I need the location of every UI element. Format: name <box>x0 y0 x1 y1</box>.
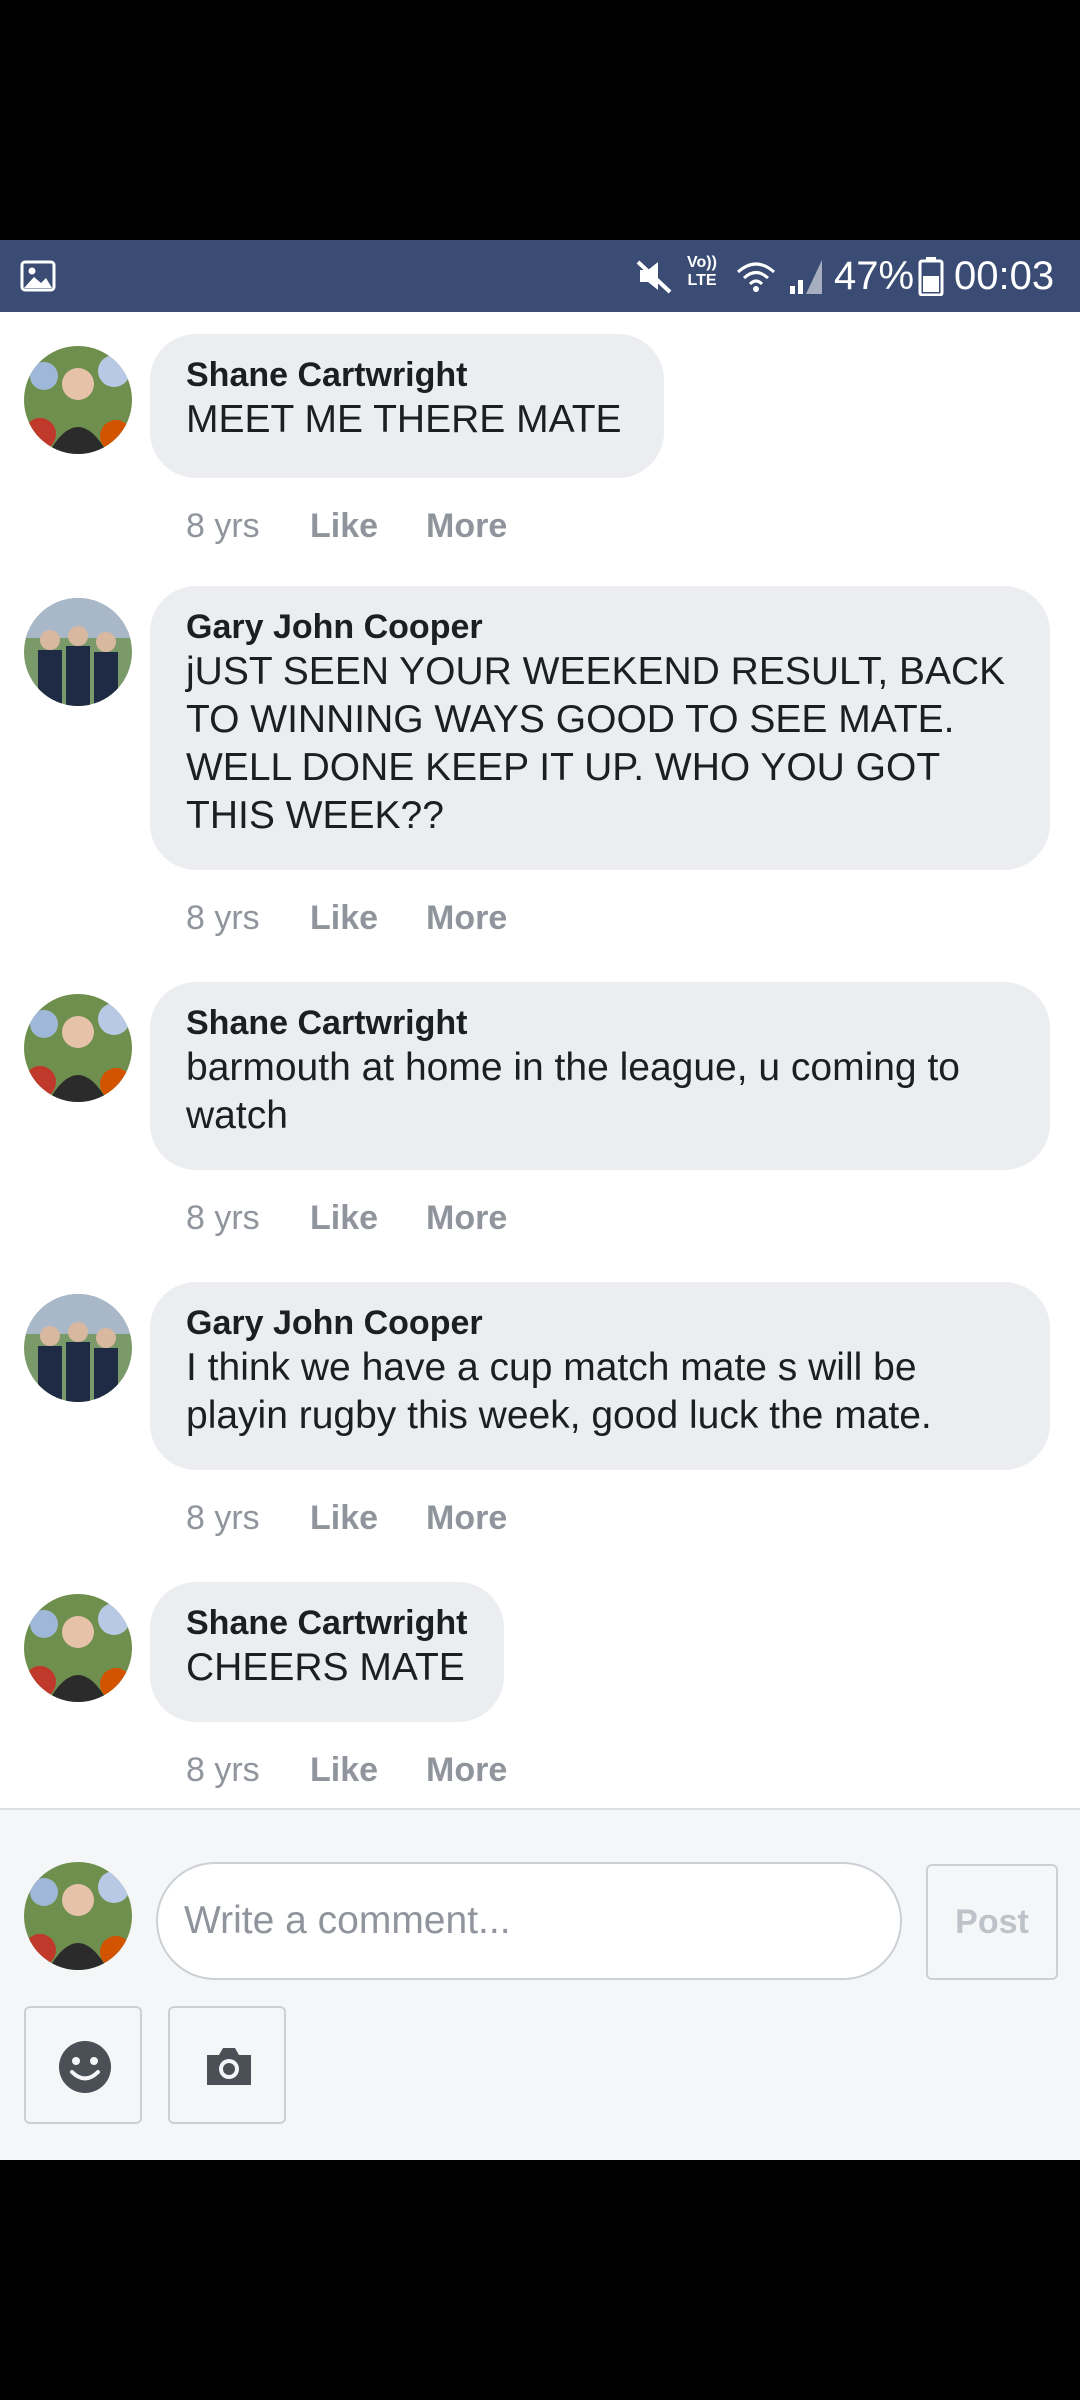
comment-actions: 8 yrs Like More <box>186 1498 507 1538</box>
comment-time[interactable]: 8 yrs <box>186 1498 310 1538</box>
comment-bubble[interactable]: Shane Cartwright CHEERS MATE <box>150 1582 504 1722</box>
comment-bubble[interactable]: Gary John Cooper I think we have a cup m… <box>150 1282 1050 1470</box>
like-button[interactable]: Like <box>310 1750 426 1790</box>
comment-author[interactable]: Gary John Cooper <box>186 606 1014 648</box>
emoji-icon <box>59 2041 111 2093</box>
like-button[interactable]: Like <box>310 1498 426 1538</box>
comment-actions: 8 yrs Like More <box>186 506 507 546</box>
camera-button[interactable] <box>168 2006 286 2124</box>
comment-time[interactable]: 8 yrs <box>186 1198 310 1238</box>
profile-photo <box>24 346 132 454</box>
comment-input[interactable] <box>156 1862 902 1980</box>
comment-text: CHEERS MATE <box>186 1646 465 1689</box>
comment-author[interactable]: Gary John Cooper <box>186 1302 1014 1344</box>
mute-icon <box>636 260 672 294</box>
comment-bubble[interactable]: Shane Cartwright MEET ME THERE MATE <box>150 334 664 478</box>
comment-text: barmouth at home in the league, u coming… <box>186 1046 960 1137</box>
avatar[interactable] <box>24 1594 132 1702</box>
comments-list: Shane Cartwright MEET ME THERE MATE 8 yr… <box>0 312 1080 1808</box>
avatar[interactable] <box>24 1294 132 1402</box>
comment-composer: Post <box>0 1808 1080 2160</box>
comment-time[interactable]: 8 yrs <box>186 1750 310 1790</box>
like-button[interactable]: Like <box>310 506 426 546</box>
profile-photo <box>24 598 132 706</box>
network-indicator: Vo)) LTE <box>687 254 717 289</box>
comment-author[interactable]: Shane Cartwright <box>186 1002 1014 1044</box>
comment-time[interactable]: 8 yrs <box>186 898 310 938</box>
comment-text: jUST SEEN YOUR WEEKEND RESULT, BACK TO W… <box>186 650 1006 837</box>
profile-photo <box>24 1594 132 1702</box>
more-button[interactable]: More <box>426 898 507 938</box>
like-button[interactable]: Like <box>310 1198 426 1238</box>
comment-bubble[interactable]: Shane Cartwright barmouth at home in the… <box>150 982 1050 1170</box>
more-button[interactable]: More <box>426 506 507 546</box>
comment-text: I think we have a cup match mate s will … <box>186 1346 932 1437</box>
profile-photo <box>24 1862 132 1970</box>
more-button[interactable]: More <box>426 1498 507 1538</box>
comment-actions: 8 yrs Like More <box>186 1750 507 1790</box>
comment-actions: 8 yrs Like More <box>186 1198 507 1238</box>
camera-icon <box>207 2048 251 2085</box>
clock: 00:03 <box>954 254 1055 298</box>
battery-percent: 47% <box>834 254 915 298</box>
avatar[interactable] <box>24 598 132 706</box>
comment-author[interactable]: Shane Cartwright <box>186 354 628 396</box>
battery-icon <box>918 257 944 296</box>
profile-photo <box>24 1294 132 1402</box>
comment-author[interactable]: Shane Cartwright <box>186 1602 468 1644</box>
signal-icon <box>790 260 822 294</box>
status-bar: Vo)) LTE 47% 00:03 <box>0 240 1080 312</box>
more-button[interactable]: More <box>426 1198 507 1238</box>
profile-photo <box>24 994 132 1102</box>
avatar <box>24 1862 132 1970</box>
like-button[interactable]: Like <box>310 898 426 938</box>
wifi-icon <box>737 262 775 292</box>
comment-bubble[interactable]: Gary John Cooper jUST SEEN YOUR WEEKEND … <box>150 586 1050 870</box>
gallery-icon <box>20 260 56 292</box>
comment-time[interactable]: 8 yrs <box>186 506 310 546</box>
emoji-button[interactable] <box>24 2006 142 2124</box>
more-button[interactable]: More <box>426 1750 507 1790</box>
comment-text: MEET ME THERE MATE <box>186 398 622 441</box>
avatar[interactable] <box>24 994 132 1102</box>
avatar[interactable] <box>24 346 132 454</box>
comment-actions: 8 yrs Like More <box>186 898 507 938</box>
post-button[interactable]: Post <box>926 1864 1058 1980</box>
